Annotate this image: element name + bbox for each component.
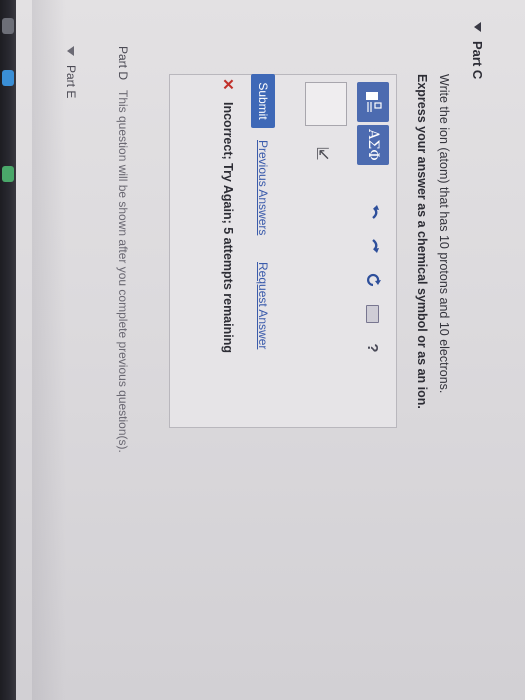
redo-icon[interactable] [357,229,389,263]
dock-icon [2,70,14,86]
answer-input[interactable] [305,82,347,126]
template-button[interactable] [357,82,389,122]
part-e-title: Part E [64,65,78,99]
template-icon [366,92,382,112]
part-c-header[interactable]: Part C [470,22,485,79]
submit-button[interactable]: Submit [251,74,275,128]
incorrect-icon: ✕ [219,78,236,91]
part-e-header[interactable]: Part E [64,46,78,98]
part-d-locked-message: This question will be shown after you co… [116,90,130,453]
browser-viewport: Part C Write the ion (atom) that has 10 … [16,0,525,700]
dock-icon [2,166,14,182]
question-text: Write the ion (atom) that has 10 protons… [437,74,451,394]
dock-icon [2,18,14,34]
screen-bezel [0,0,16,700]
question-page: Part C Write the ion (atom) that has 10 … [16,0,525,700]
previous-answers-link[interactable]: Previous Answers [256,140,270,235]
part-c-title: Part C [470,41,485,80]
feedback-message: Incorrect; Try Again; 5 attempts remaini… [221,102,235,353]
undo-icon[interactable] [357,195,389,229]
part-d-label: Part D [116,46,130,81]
expand-triangle-icon[interactable] [67,46,75,56]
math-toolbar: ΑΣΦ ? [357,82,389,365]
greek-symbols-button[interactable]: ΑΣΦ [357,125,389,165]
keyboard-icon[interactable] [357,297,389,331]
collapse-triangle-icon[interactable] [474,22,481,32]
mouse-cursor-icon: ⇱ [316,146,330,164]
reset-icon[interactable] [357,263,389,297]
request-answer-link[interactable]: Request Answer [256,262,270,349]
answer-instructions: Express your answer as a chemical symbol… [415,74,429,409]
help-icon[interactable]: ? [357,331,389,365]
